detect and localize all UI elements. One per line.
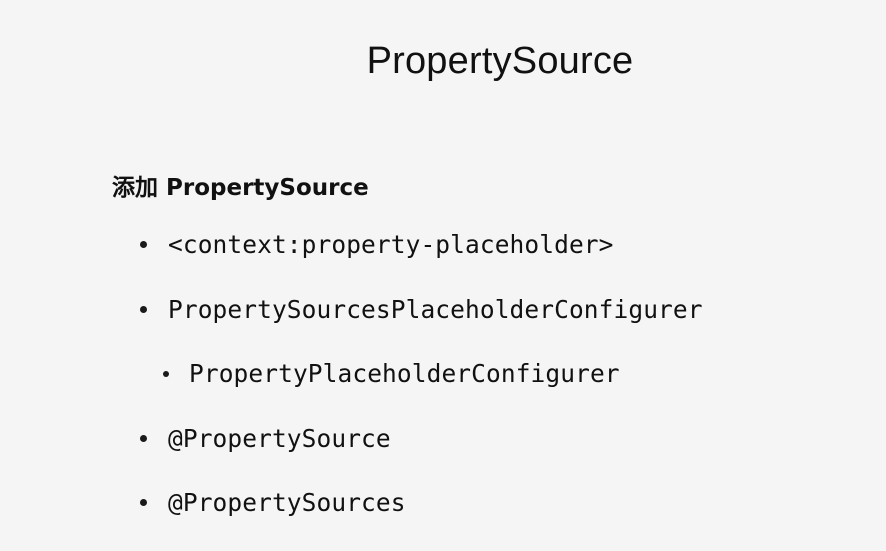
slide-title: PropertySource [366,40,634,82]
section-heading: 添加 PropertySource [112,175,369,201]
bullet-text: @PropertySources [168,488,406,517]
bullet-item-property-sources-annotation: @PropertySources [140,488,406,517]
bullet-item-sources-placeholder-configurer: PropertySourcesPlaceholderConfigurer [140,295,703,324]
sub-bullet-item-placeholder-configurer: PropertyPlaceholderConfigurer [163,359,620,388]
bullet-dot-icon [140,241,147,248]
bullet-text: PropertySourcesPlaceholderConfigurer [168,295,703,324]
bullet-text: PropertyPlaceholderConfigurer [189,359,620,388]
bullet-dot-icon [140,306,147,313]
bullet-item-context-placeholder: <context:property-placeholder> [140,230,614,259]
bullet-dot-icon [140,499,147,506]
bullet-text: @PropertySource [168,424,391,453]
bullet-dot-icon [163,370,169,377]
slide: PropertySource 添加 PropertySource <contex… [0,0,886,551]
bullet-dot-icon [140,435,147,442]
bullet-text: <context:property-placeholder> [168,230,614,259]
bullet-item-property-source-annotation: @PropertySource [140,424,391,453]
